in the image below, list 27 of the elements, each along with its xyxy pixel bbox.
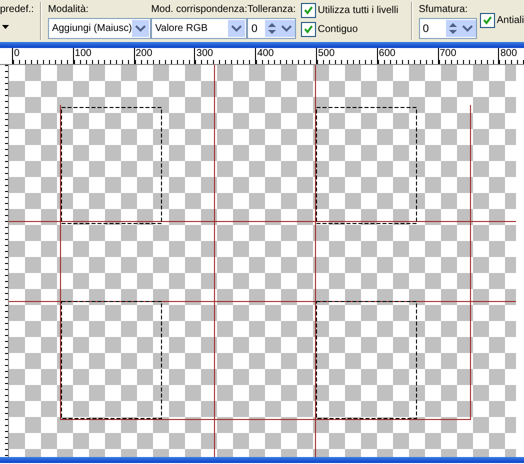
mode-dropdown[interactable]: Aggiungi (Maiusc)	[48, 18, 151, 39]
tolerance-field[interactable]: 0	[247, 18, 296, 39]
ruler-number: 500	[316, 49, 335, 59]
ruler-number: 400	[256, 49, 274, 59]
ruler-number: 800	[499, 49, 518, 59]
match-mode-dropdown[interactable]: Valore RGB	[151, 18, 248, 39]
checkbox[interactable]	[300, 3, 316, 18]
checkbox-label[interactable]: Antiali	[496, 14, 524, 27]
dropdown-arrow-icon[interactable]	[2, 25, 9, 29]
spin-arrows-icon[interactable]	[264, 20, 295, 37]
feather-field[interactable]: 0	[418, 18, 477, 39]
checkbox-label[interactable]: Contiguo	[318, 23, 358, 36]
ruler-number: 0	[13, 49, 20, 59]
feather-label: Sfumatura:	[418, 3, 468, 16]
mode-label: Modalità:	[48, 3, 89, 16]
spin-arrows-icon[interactable]	[446, 20, 476, 37]
ruler-number: 200	[134, 49, 152, 59]
ruler-number: 700	[438, 49, 456, 59]
match-mode-label: Mod. corrispondenza:	[151, 3, 248, 16]
checkbox[interactable]	[480, 13, 495, 28]
ruler-number: 300	[195, 49, 214, 59]
tolerance-label: Tolleranza:	[247, 3, 296, 16]
checkbox[interactable]	[300, 22, 316, 37]
preset-label: predef.:	[0, 3, 34, 16]
checkbox-label[interactable]: Utilizza tutti i livelli	[318, 4, 398, 17]
ruler-number: 100	[74, 49, 92, 59]
ruler-number: 600	[378, 49, 396, 59]
